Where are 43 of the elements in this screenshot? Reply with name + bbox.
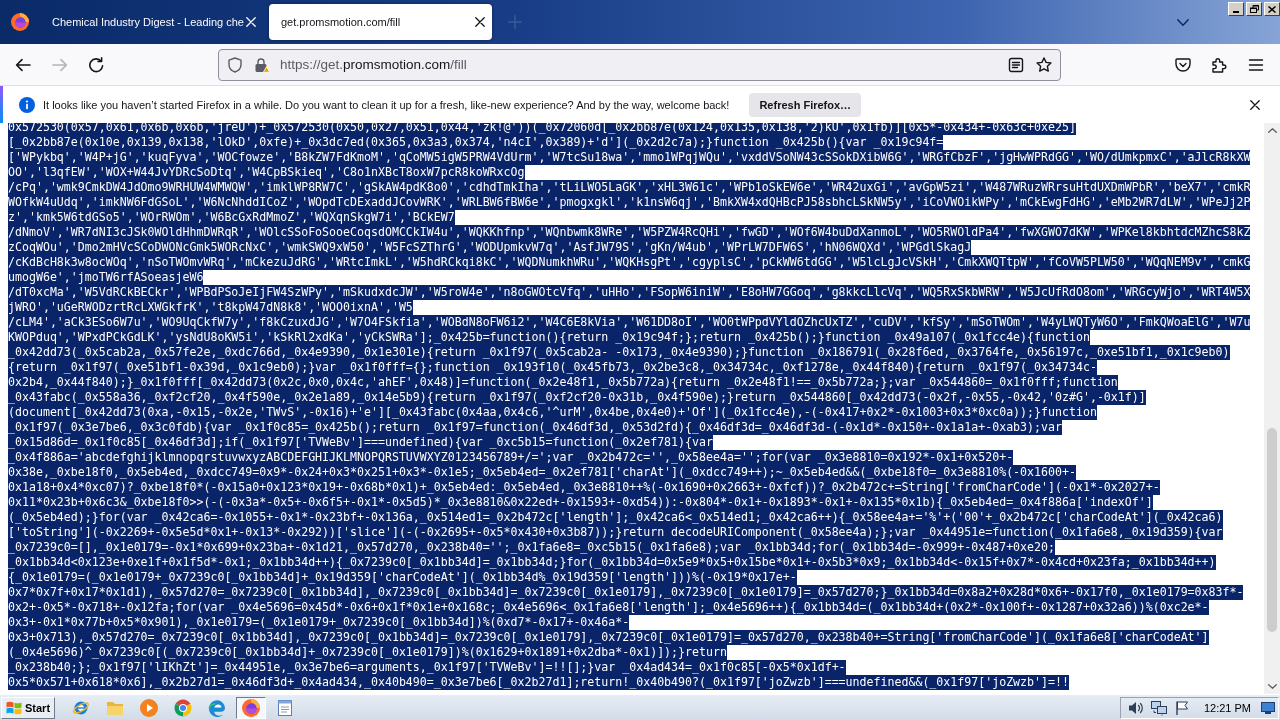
monitors-icon[interactable] [1150,699,1167,716]
minimize-icon [1233,11,1239,13]
minimize-button[interactable] [1228,2,1244,16]
clock-text: 12:21 PM [1203,701,1251,714]
swirl-icon [208,698,226,717]
url-text: https://get.promsmotion.com/fill [280,57,467,72]
star-icon[interactable] [1036,56,1052,73]
wheel-icon [174,698,192,717]
close-icon [1268,5,1276,13]
scrollbar[interactable] [1264,123,1280,694]
lock-warning-icon[interactable] [254,56,270,73]
restore-button[interactable] [1246,2,1262,16]
scrollbar-thumb[interactable] [1267,428,1277,632]
reload-icon[interactable] [88,56,104,73]
info-icon [19,96,35,113]
speaker-icon[interactable] [1127,699,1144,716]
notepad-icon [276,698,294,717]
start-button[interactable]: Start [1,696,55,719]
screen-icon[interactable] [1261,701,1275,714]
close-icon[interactable] [475,17,485,27]
address-field[interactable]: https://get.promsmotion.com/fill [218,48,1061,81]
logo-icon [11,13,29,31]
logo-icon [242,698,260,717]
flag-icon [6,699,22,716]
close-icon[interactable] [1250,99,1260,110]
up-chevron-icon[interactable] [1267,128,1277,133]
refresh-button[interactable]: Refresh Firefox… [749,92,862,117]
puzzle-icon[interactable] [1211,56,1227,73]
menu-icon[interactable] [1248,56,1264,73]
browser-tab[interactable]: Chemical Industry Digest - Leading che [40,4,263,40]
pouch-icon[interactable] [1175,56,1191,73]
shield-icon[interactable] [227,56,243,73]
document-icon[interactable] [1008,56,1024,73]
chevron-down-icon[interactable] [1177,18,1189,26]
down-chevron-icon[interactable] [1267,684,1277,689]
restore-icon [1249,5,1259,13]
play-icon [140,698,158,717]
close-button[interactable] [1264,2,1280,16]
browser-tab[interactable]: get.promsmotion.com/fill [269,4,492,40]
back-arrow-icon[interactable] [15,56,31,73]
notification-text: It looks like you haven’t started Firefox in a while. Do you want to clean it up for a fresh, like-new experience? And by the way, welcome back! [43,98,730,111]
taskbar-button[interactable] [236,696,266,719]
flag-icon[interactable] [1173,699,1190,716]
